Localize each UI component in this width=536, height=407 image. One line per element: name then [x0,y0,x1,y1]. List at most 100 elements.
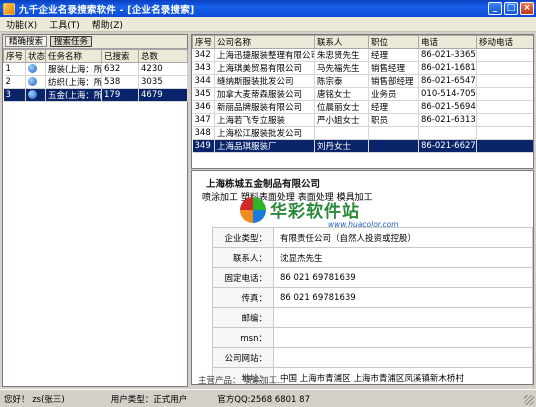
task-row[interactable]: 2 纺织(上海：所 538 3035 [3,75,188,89]
company-row[interactable]: 344 缝纳斯服装批发公司 陈宗泰 销售部经理 86-021-6547456 [192,74,533,88]
company-row[interactable]: 346 新丽品牌服装有限公司 位晨丽女士 经理 86-021-5694168 [192,100,533,114]
status-bar: 您好！ zs(张三) 用户类型：正式用户 官方QQ:2568 6801 87 [0,389,536,407]
company-no: 348 [192,126,215,140]
company-phone: 86-021-3365888 [418,48,477,62]
col-task-name[interactable]: 任务名称 [45,49,102,63]
company-position: 职员 [368,113,419,127]
task-no: 2 [3,75,26,89]
task-status-cell [25,88,46,102]
company-phone: 86-021-5694168 [418,100,477,114]
company-no: 342 [192,48,215,62]
task-no: 1 [3,62,26,76]
task-status-icon [28,90,37,99]
close-button[interactable]: × [520,2,534,15]
company-row[interactable]: 347 上海若飞专立服装 严小姐女士 职员 86-021-6313236 [192,113,533,127]
company-row[interactable]: 345 加拿大麦蒂森服装公司 唐铭女士 业务员 010-514-70580 [192,87,533,101]
status-greeting: 您好！ zs(张三) [4,394,65,405]
resize-grip-icon[interactable] [524,395,534,405]
info-row: 邮编： [212,307,533,328]
company-phone: 86-021-6313236 [418,113,477,127]
task-row[interactable]: 1 服装(上海：所 632 4230 [3,62,188,76]
task-total: 4230 [138,62,188,76]
company-name: 上海品琪服装厂 [214,139,315,153]
exact-search-button[interactable]: 精确搜索 [5,36,48,47]
company-position: 销售部经理 [368,74,419,88]
company-row-selected[interactable]: 349 上海品琪服装厂 刘丹女士 86-021-662777 [192,139,533,153]
company-phone: 010-514-70580 [418,87,477,101]
company-mobile [476,139,533,153]
task-searched: 179 [101,88,139,102]
info-row: 联系人： 沈显杰先生 [212,247,533,268]
info-row: msn： [212,327,533,348]
status-qq: 官方QQ:2568 6801 87 [217,394,310,405]
col-no[interactable]: 序号 [3,49,26,63]
company-contact: 位晨丽女士 [314,100,369,114]
search-tasks-button[interactable]: 搜索任务 [50,36,93,47]
info-value [272,347,533,368]
company-phone: 86-021-662777 [418,139,477,153]
detail-cut-row: 主营产品： 喷涂加工... [198,376,286,385]
company-row[interactable]: 342 上海迅捷服装整理有限公司 朱忠贤先生 经理 86-021-3365888 [192,48,533,62]
company-mobile [476,100,533,114]
company-position [368,126,419,140]
status-user-type: 用户类型：正式用户 [110,394,188,405]
window-title: 九千企业名录搜索软件 - [企业名录搜索] [19,4,195,16]
company-no: 345 [192,87,215,101]
col-position[interactable]: 职位 [368,35,419,49]
menu-tools[interactable]: 工具(T) [43,18,86,31]
detail-company-name: 上海栋城五金制品有限公司 [206,179,321,190]
info-label: 联系人： [212,247,274,268]
task-status-cell [25,75,46,89]
maximize-button[interactable]: □ [504,2,518,15]
company-row[interactable]: 343 上海琪美贸易有限公司 马先福先生 销售经理 86-021-1681688 [192,61,533,75]
info-value: 沈显杰先生 [272,247,533,268]
task-toolbar: 精确搜索 搜索任务 [3,35,187,49]
col-company-name[interactable]: 公司名称 [214,35,315,49]
info-value: 86 021 69781639 [272,267,533,288]
company-no: 346 [192,100,215,114]
task-status-cell [25,62,46,76]
info-label: 邮编： [212,307,274,328]
company-name: 缝纳斯服装批发公司 [214,74,315,88]
info-row: 企业类型： 有限责任公司（自然人投资或控股） [212,227,533,248]
col-total[interactable]: 总数 [138,49,188,63]
company-table-header: 序号 公司名称 联系人 职位 电话 移动电话 [192,35,533,49]
col-no[interactable]: 序号 [192,35,215,49]
minimize-button[interactable]: _ [488,2,502,15]
company-no: 344 [192,74,215,88]
col-contact[interactable]: 联系人 [314,35,369,49]
window-controls: _ □ × [488,2,534,15]
company-position: 经理 [368,48,419,62]
task-row-selected[interactable]: 3 五金(上海：所 179 4679 [3,88,188,102]
col-searched[interactable]: 已搜索 [101,49,139,63]
info-label: 公司网站： [212,347,274,368]
company-row[interactable]: 348 上海松江服装批发公司 [192,126,533,140]
company-mobile [476,126,533,140]
company-position [368,139,419,153]
info-row: 传真： 86 021 69781639 [212,287,533,308]
task-searched: 538 [101,75,139,89]
company-position: 销售经理 [368,61,419,75]
company-name: 上海松江服装批发公司 [214,126,315,140]
company-detail-panel: 上海栋城五金制品有限公司 喷涂加工 塑料表面处理 表面处理 模具加工 华彩软件站… [191,170,534,385]
company-phone: 86-021-1681688 [418,61,477,75]
task-status-icon [28,64,37,73]
company-mobile [476,87,533,101]
info-label: msn： [212,327,274,348]
company-mobile [476,48,533,62]
company-position: 业务员 [368,87,419,101]
company-no: 343 [192,61,215,75]
company-contact: 陈宗泰 [314,74,369,88]
menu-bar: 功能(X) 工具(T) 帮助(Z) [0,17,536,32]
info-row: 公司网站： [212,347,533,368]
col-mobile[interactable]: 移动电话 [476,35,533,49]
col-phone[interactable]: 电话 [418,35,477,49]
company-no: 347 [192,113,215,127]
menu-help[interactable]: 帮助(Z) [86,18,129,31]
menu-function[interactable]: 功能(X) [0,18,43,31]
info-value: 有限责任公司（自然人投资或控股） [272,227,533,248]
col-status[interactable]: 状态 [25,49,46,63]
watermark-text: 华彩软件站 [270,202,360,222]
info-label: 传真： [212,287,274,308]
company-mobile [476,61,533,75]
